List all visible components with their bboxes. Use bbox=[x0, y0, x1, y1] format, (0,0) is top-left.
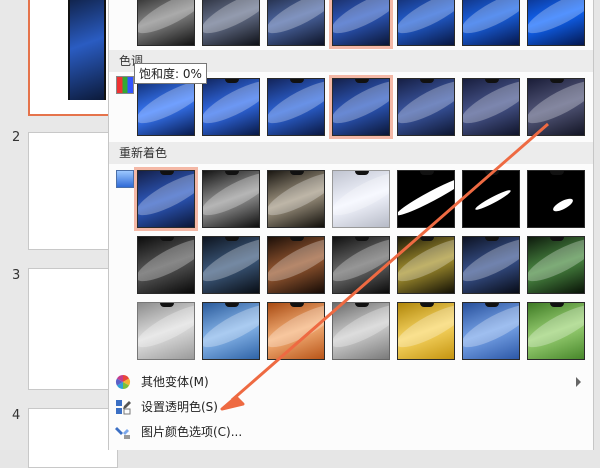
slide-thumbnail-4[interactable] bbox=[28, 408, 118, 468]
saturation-swatch-0[interactable] bbox=[137, 0, 195, 46]
recolor-swatch-light-1[interactable] bbox=[137, 302, 195, 360]
saturation-swatch-5[interactable] bbox=[462, 0, 520, 46]
recolor-swatch-light-5[interactable] bbox=[397, 302, 455, 360]
saturation-swatch-1[interactable] bbox=[202, 0, 260, 46]
recolor-swatch-dark-4[interactable] bbox=[332, 236, 390, 294]
slide-number-2: 2 bbox=[12, 130, 21, 145]
recolor-swatch-black-white-50[interactable] bbox=[462, 170, 520, 228]
saturation-swatch-4[interactable] bbox=[397, 0, 455, 46]
recolor-swatch-dark-2[interactable] bbox=[202, 236, 260, 294]
slide-number-4: 4 bbox=[12, 408, 21, 423]
recolor-swatch-dark-6[interactable] bbox=[462, 236, 520, 294]
recolor-swatch-black-white-25[interactable] bbox=[397, 170, 455, 228]
tone-swatch-1[interactable] bbox=[202, 78, 260, 136]
recolor-swatch-light-6[interactable] bbox=[462, 302, 520, 360]
recolor-swatch-dark-7[interactable] bbox=[527, 236, 585, 294]
recolor-swatch-light-3[interactable] bbox=[267, 302, 325, 360]
tone-swatch-3[interactable] bbox=[329, 75, 393, 139]
tone-swatch-2[interactable] bbox=[267, 78, 325, 136]
slide-thumbnail-2[interactable] bbox=[28, 132, 118, 250]
recolor-swatch-light-2[interactable] bbox=[202, 302, 260, 360]
submenu-arrow-icon bbox=[576, 377, 581, 387]
slide-number-3: 3 bbox=[12, 268, 21, 283]
recolor-swatch-light-4[interactable] bbox=[332, 302, 390, 360]
recolor-swatch-dark-3[interactable] bbox=[267, 236, 325, 294]
picture-color-options-icon bbox=[115, 427, 130, 439]
recolor-icon bbox=[116, 170, 134, 188]
slide-thumbnail-1[interactable] bbox=[28, 0, 118, 116]
recolor-swatch-washout[interactable] bbox=[332, 170, 390, 228]
phone-image-thumbnail bbox=[68, 0, 106, 100]
color-tone-icon bbox=[116, 76, 134, 94]
saturation-tooltip: 饱和度: 0% bbox=[134, 63, 207, 84]
tone-swatch-4[interactable] bbox=[397, 78, 455, 136]
menu-item-picture-color-options[interactable]: 图片颜色选项(C)... bbox=[109, 420, 593, 444]
menu-item-set-transparent-color[interactable]: 设置透明色(S) bbox=[109, 395, 593, 419]
tone-swatch-5[interactable] bbox=[462, 78, 520, 136]
recolor-swatch-no-recolor[interactable] bbox=[134, 167, 198, 231]
color-wheel-icon bbox=[116, 375, 130, 389]
tone-swatch-6[interactable] bbox=[527, 78, 585, 136]
slide-thumbnail-3[interactable] bbox=[28, 268, 118, 390]
saturation-swatch-3[interactable] bbox=[329, 0, 393, 49]
saturation-swatch-6[interactable] bbox=[527, 0, 585, 46]
set-transparent-color-icon bbox=[116, 400, 131, 415]
recolor-swatch-grayscale[interactable] bbox=[202, 170, 260, 228]
menu-item-label: 图片颜色选项(C)... bbox=[141, 425, 243, 439]
menu-item-label: 设置透明色(S) bbox=[141, 400, 218, 414]
slide-thumbnail-pane: 2 3 4 bbox=[0, 0, 118, 468]
recolor-swatch-sepia[interactable] bbox=[267, 170, 325, 228]
menu-item-more-variations[interactable]: 其他变体(M) bbox=[109, 370, 593, 394]
recolor-swatch-dark-1[interactable] bbox=[137, 236, 195, 294]
saturation-swatch-2[interactable] bbox=[267, 0, 325, 46]
recolor-swatch-light-7[interactable] bbox=[527, 302, 585, 360]
section-header-recolor: 重新着色 bbox=[109, 142, 593, 164]
tone-swatch-0[interactable] bbox=[137, 78, 195, 136]
menu-item-label: 其他变体(M) bbox=[141, 375, 209, 389]
recolor-swatch-dark-5[interactable] bbox=[397, 236, 455, 294]
recolor-swatch-black-white-75[interactable] bbox=[527, 170, 585, 228]
